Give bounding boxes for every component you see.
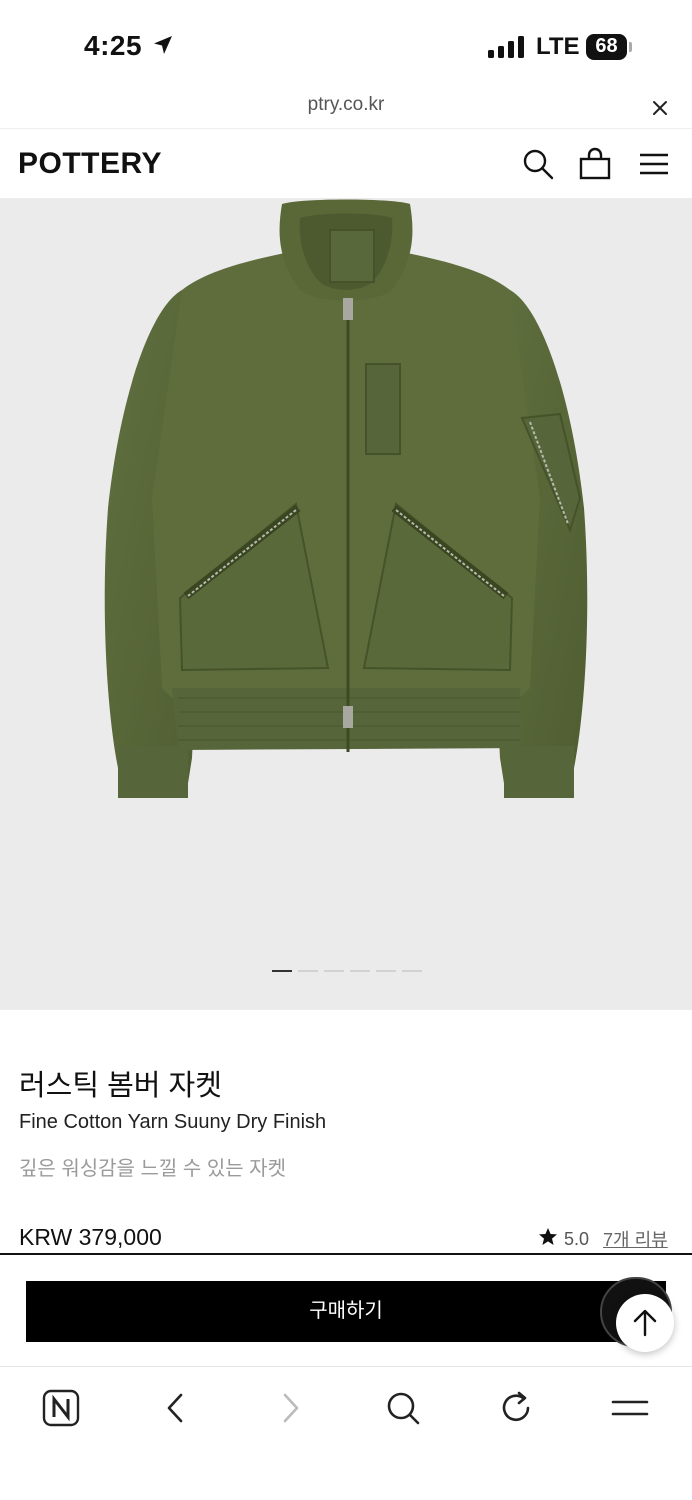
status-time: 4:25	[84, 30, 143, 61]
search-icon[interactable]	[521, 147, 555, 181]
gallery-dot[interactable]	[272, 970, 292, 972]
shopping-bag-icon[interactable]	[578, 147, 612, 181]
arrow-up-icon	[633, 1309, 657, 1337]
naver-n-icon[interactable]	[42, 1389, 80, 1427]
product-rating: 5.0 7개 리뷰	[538, 1226, 668, 1252]
location-arrow-icon	[152, 34, 174, 61]
gallery-dot[interactable]	[350, 970, 370, 972]
site-logo[interactable]: POTTERY	[18, 147, 162, 181]
product-name: 러스틱 봄버 자켓	[19, 1070, 222, 1102]
browser-toolbar	[0, 1366, 692, 1500]
product-image-jacket	[104, 199, 588, 798]
product-subtitle: Fine Cotton Yarn Suuny Dry Finish	[19, 1111, 327, 1133]
network-type: LTE	[536, 33, 580, 60]
menu-icon[interactable]	[611, 1389, 649, 1427]
url-text[interactable]: ptry.co.kr	[0, 94, 692, 116]
gallery-dot[interactable]	[298, 970, 318, 972]
scroll-to-top-button[interactable]	[616, 1294, 674, 1352]
star-icon	[538, 1227, 558, 1252]
back-chevron-icon[interactable]	[156, 1389, 194, 1427]
product-price: KRW 379,000	[19, 1224, 162, 1250]
divider	[0, 1253, 692, 1255]
gallery-dot[interactable]	[324, 970, 344, 972]
product-description: 깊은 워싱감을 느낄 수 있는 자켓	[19, 1158, 286, 1180]
browser-url-bar[interactable]: ptry.co.kr	[0, 92, 692, 126]
signal-bars-icon	[488, 36, 524, 58]
rating-value: 5.0	[564, 1228, 590, 1249]
status-bar: 4:25 LTE 68	[0, 0, 692, 92]
gallery-dot[interactable]	[402, 970, 422, 972]
gallery-pagination	[272, 970, 422, 972]
battery-icon: 68	[586, 34, 632, 60]
close-icon[interactable]	[650, 98, 670, 118]
buy-button[interactable]: 구매하기	[26, 1281, 666, 1342]
product-image-gallery[interactable]	[0, 198, 692, 1010]
hamburger-menu-icon[interactable]	[637, 147, 671, 181]
search-icon[interactable]	[384, 1389, 422, 1427]
forward-chevron-icon[interactable]	[272, 1389, 310, 1427]
battery-level: 68	[595, 35, 618, 57]
review-count-link[interactable]: 7개 리뷰	[603, 1226, 668, 1252]
site-header: POTTERY	[0, 128, 692, 198]
reload-icon[interactable]	[497, 1389, 535, 1427]
gallery-dot[interactable]	[376, 970, 396, 972]
